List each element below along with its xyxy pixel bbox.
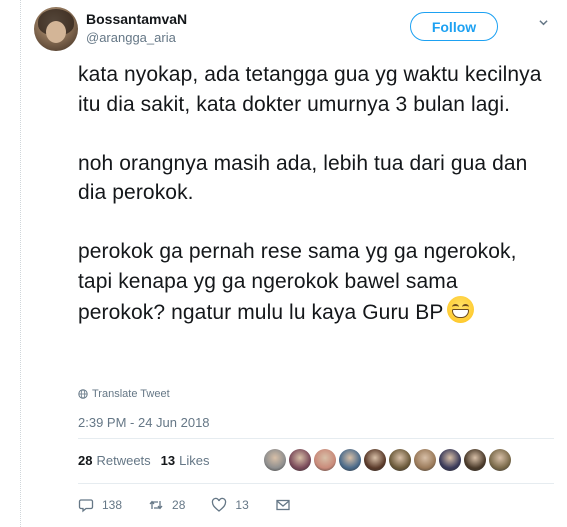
tweet-actions: 138 28 13 (78, 497, 317, 513)
liker-avatars (264, 449, 511, 471)
translate-label: Translate Tweet (92, 388, 170, 400)
retweets-stat[interactable]: 28 Retweets (78, 453, 151, 468)
reply-button[interactable]: 138 (78, 497, 122, 513)
user-handle[interactable]: @arangga_aria (86, 30, 176, 45)
tweet: BossantamvaN @arangga_aria Follow kata n… (34, 0, 567, 527)
liker-avatar[interactable] (414, 449, 436, 471)
liker-avatar[interactable] (489, 449, 511, 471)
display-name[interactable]: BossantamvaN (86, 11, 187, 27)
retweet-count: 28 (172, 498, 186, 512)
liker-avatar[interactable] (314, 449, 336, 471)
globe-icon (78, 389, 88, 399)
liker-avatar[interactable] (464, 449, 486, 471)
retweets-count: 28 (78, 453, 93, 468)
divider (78, 438, 554, 439)
envelope-icon (276, 499, 290, 511)
retweet-icon (149, 500, 163, 510)
like-button[interactable]: 13 (211, 497, 249, 513)
heart-icon (212, 497, 227, 512)
avatar[interactable] (34, 7, 78, 51)
likes-label: Likes (179, 453, 210, 468)
tweet-stats: 28 Retweets 13 Likes (78, 453, 220, 468)
liker-avatar[interactable] (339, 449, 361, 471)
retweets-label: Retweets (96, 453, 151, 468)
like-count: 13 (235, 498, 249, 512)
tweet-text: kata nyokap, ada tetangga gua yg waktu k… (78, 60, 548, 328)
liker-avatar[interactable] (389, 449, 411, 471)
reply-count: 138 (102, 498, 123, 512)
tweet-timestamp[interactable]: 2:39 PM - 24 Jun 2018 (78, 415, 210, 430)
retweet-button[interactable]: 28 (148, 497, 185, 513)
thread-rail (20, 0, 22, 527)
translate-tweet-link[interactable]: Translate Tweet (78, 388, 170, 400)
liker-avatar[interactable] (289, 449, 311, 471)
liker-avatar[interactable] (264, 449, 286, 471)
liker-avatar[interactable] (364, 449, 386, 471)
grinning-face-icon (447, 296, 475, 323)
avatar-face (46, 21, 66, 43)
tweet-paragraph: kata nyokap, ada tetangga gua yg waktu k… (78, 63, 542, 116)
likes-count: 13 (160, 453, 176, 468)
liker-avatar[interactable] (439, 449, 461, 471)
follow-button[interactable]: Follow (410, 12, 498, 41)
likes-stat[interactable]: 13 Likes (161, 453, 210, 468)
chevron-down-icon[interactable] (539, 18, 548, 27)
divider (78, 483, 554, 484)
direct-message-button[interactable] (275, 497, 291, 513)
reply-icon (78, 499, 94, 513)
tweet-paragraph: noh orangnya masih ada, lebih tua dari g… (78, 151, 528, 205)
